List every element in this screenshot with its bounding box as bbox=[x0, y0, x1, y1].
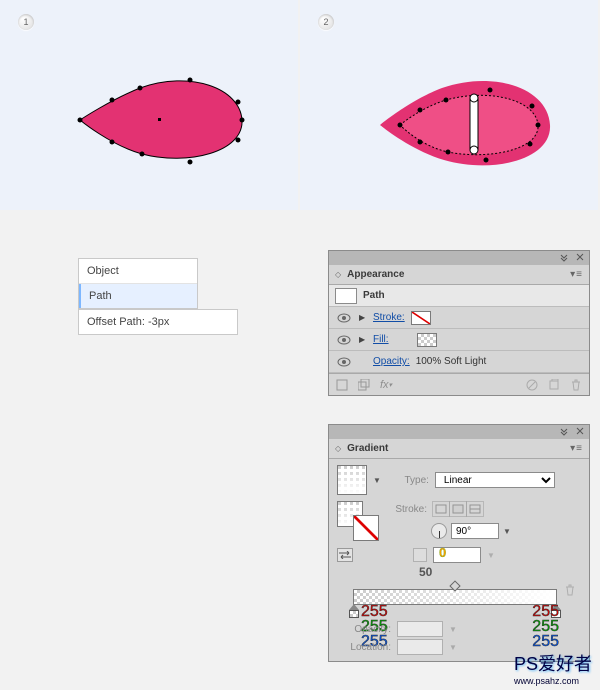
appearance-stroke-row[interactable]: ▶ Stroke: bbox=[329, 307, 589, 329]
fill-label[interactable]: Fill: bbox=[373, 334, 389, 345]
panel-header: ◇ Gradient ▾≡ bbox=[329, 439, 589, 459]
step-badge: 1 bbox=[18, 14, 34, 30]
chevron-down-icon[interactable]: ▼ bbox=[449, 625, 457, 634]
stroke-along-button[interactable] bbox=[449, 501, 467, 517]
gradient-preview-swatch[interactable] bbox=[337, 465, 367, 495]
fill-stroke-swatches[interactable] bbox=[337, 501, 379, 541]
midpoint-annotation: 50 bbox=[419, 565, 600, 579]
appearance-target-row[interactable]: Path bbox=[329, 285, 589, 307]
stroke-swatch[interactable] bbox=[353, 515, 379, 541]
layers-button[interactable] bbox=[357, 378, 371, 392]
panel-title: Appearance bbox=[347, 269, 404, 280]
chevron-down-icon[interactable]: ▼ bbox=[449, 643, 457, 652]
visibility-icon[interactable] bbox=[335, 331, 353, 349]
panel-tabbar bbox=[329, 251, 589, 265]
chevron-down-icon[interactable]: ▼ bbox=[487, 551, 495, 560]
watermark: PS爱好者www.psahz.com bbox=[514, 650, 592, 686]
stop-opacity-input[interactable] bbox=[397, 621, 443, 637]
vector-shape-1 bbox=[70, 70, 250, 170]
location-label: Location: bbox=[337, 642, 391, 653]
appearance-panel: ◇ Appearance ▾≡ Path ▶ Stroke: ▶ Fill: O… bbox=[328, 250, 590, 396]
close-icon[interactable] bbox=[575, 426, 585, 436]
fill-swatch[interactable] bbox=[417, 333, 437, 347]
disclosure-icon[interactable]: ◇ bbox=[335, 270, 341, 279]
fx-button[interactable]: fx▾ bbox=[379, 378, 393, 392]
menu-path-card: Object Path bbox=[78, 258, 198, 309]
visibility-icon[interactable] bbox=[335, 353, 353, 371]
preview-pane-2: 2 bbox=[300, 0, 598, 210]
chevron-down-icon[interactable]: ▼ bbox=[373, 476, 381, 485]
appearance-fill-row[interactable]: ▶ Fill: bbox=[329, 329, 589, 351]
type-label: Type: bbox=[387, 475, 429, 486]
expand-icon[interactable]: ▶ bbox=[359, 313, 367, 322]
disclosure-icon[interactable]: ◇ bbox=[335, 444, 341, 453]
stroke-label[interactable]: Stroke: bbox=[373, 312, 405, 323]
gradient-panel: ◇ Gradient ▾≡ ▼ Type: Linear Stroke: bbox=[328, 424, 590, 662]
aspect-ratio-icon bbox=[413, 548, 427, 562]
delete-stop-icon[interactable] bbox=[563, 583, 577, 597]
stroke-across-button[interactable] bbox=[466, 501, 484, 517]
chevron-down-icon[interactable]: ▼ bbox=[503, 527, 511, 536]
opacity-label[interactable]: Opacity: bbox=[373, 356, 410, 367]
reverse-gradient-button[interactable] bbox=[337, 548, 353, 562]
new-art-button[interactable] bbox=[335, 378, 349, 392]
collapse-icon[interactable] bbox=[559, 426, 569, 436]
collapse-icon[interactable] bbox=[559, 252, 569, 262]
stroke-swatch-none[interactable] bbox=[411, 311, 431, 325]
opacity-label: Opacity: bbox=[337, 624, 391, 635]
stroke-label: Stroke: bbox=[385, 504, 427, 515]
panel-title: Gradient bbox=[347, 443, 388, 454]
stroke-within-button[interactable] bbox=[432, 501, 450, 517]
opacity-value: 100% Soft Light bbox=[416, 356, 487, 367]
preview-pane-1: 1 bbox=[0, 0, 298, 210]
panel-tabbar bbox=[329, 425, 589, 439]
step-badge: 2 bbox=[318, 14, 334, 30]
angle-dial-icon[interactable] bbox=[431, 523, 447, 539]
offset-path-card: Offset Path: -3px bbox=[78, 309, 238, 335]
wizard-item-path[interactable]: Path bbox=[79, 284, 197, 308]
thumbnail-swatch bbox=[335, 288, 357, 304]
angle-input[interactable] bbox=[451, 523, 499, 539]
appearance-target-label: Path bbox=[363, 290, 385, 301]
expand-icon[interactable]: ▶ bbox=[359, 335, 367, 344]
gradient-type-select[interactable]: Linear bbox=[435, 472, 555, 488]
flyout-menu-icon[interactable]: ▾≡ bbox=[570, 443, 583, 454]
vector-shape-2 bbox=[370, 70, 560, 180]
stop-location-input[interactable] bbox=[397, 639, 443, 655]
duplicate-button[interactable] bbox=[547, 378, 561, 392]
flyout-menu-icon[interactable]: ▾≡ bbox=[570, 269, 583, 280]
clear-button[interactable] bbox=[525, 378, 539, 392]
appearance-opacity-row[interactable]: Opacity: 100% Soft Light bbox=[329, 351, 589, 373]
stop-opacity-annotation: 0 bbox=[439, 545, 446, 560]
panel-header: ◇ Appearance ▾≡ bbox=[329, 265, 589, 285]
visibility-icon[interactable] bbox=[335, 309, 353, 327]
wizard-item-object[interactable]: Object bbox=[79, 259, 197, 284]
gradient-stop-left[interactable] bbox=[349, 604, 359, 616]
close-icon[interactable] bbox=[575, 252, 585, 262]
trash-icon[interactable] bbox=[569, 378, 583, 392]
